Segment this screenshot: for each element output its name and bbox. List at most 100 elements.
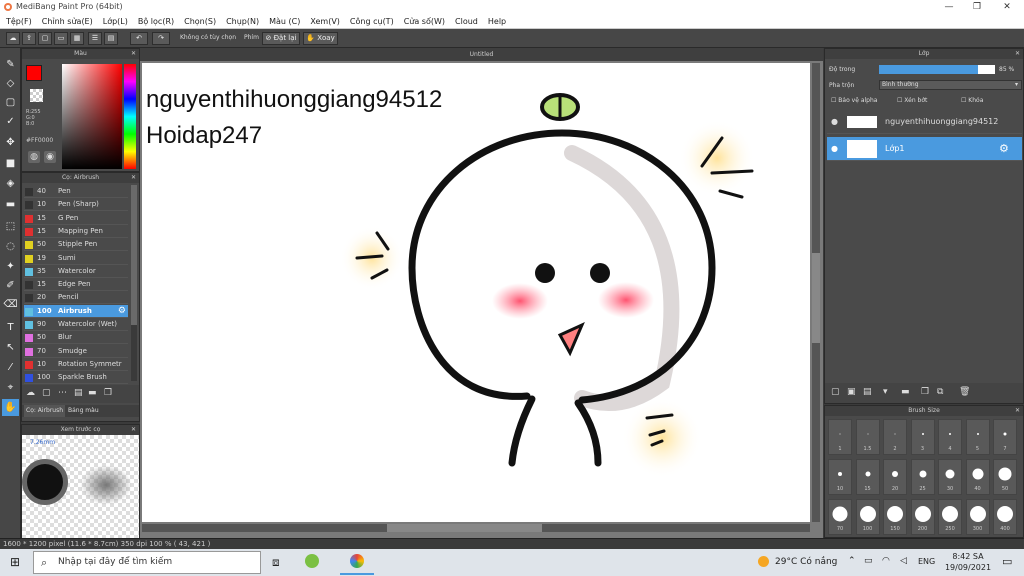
brush-item[interactable]: 19 Sumi (24, 252, 128, 265)
brush-item[interactable]: 15 Edge Pen (24, 278, 128, 292)
brush-size-option[interactable]: 40 (965, 459, 990, 495)
opacity-slider[interactable] (879, 65, 995, 74)
brush-size-option[interactable]: 4 (938, 419, 962, 455)
brush-size-option[interactable]: 20 (883, 459, 907, 495)
brush-list-scrollbar[interactable] (131, 185, 137, 381)
operation-tool-icon[interactable]: ↖ (2, 339, 19, 356)
brush-size-option[interactable]: 1.5 (855, 419, 880, 455)
chevron-up-icon[interactable]: ⌃ (848, 556, 856, 566)
brush-item[interactable]: 50 Blur (24, 331, 128, 345)
canvas-vertical-scrollbar[interactable] (812, 63, 820, 522)
brush-item[interactable]: 10 Pen (Sharp) (24, 198, 128, 212)
brush-size-option[interactable]: 25 (910, 459, 935, 495)
select-tool-icon[interactable]: ⬚ (2, 218, 19, 235)
select-eraser-icon[interactable]: ⌫ (2, 296, 19, 313)
layers-icon[interactable]: ▤ (104, 32, 118, 45)
layer-row-text[interactable]: ● nguyenthihuonggiang94512 (827, 110, 1022, 134)
taskbar-search[interactable]: ⌕ Nhập tại đây để tìm kiếm (33, 551, 261, 574)
brush-size-option[interactable]: 30 (938, 459, 962, 495)
layer-add-menu-icon[interactable]: ▾ (883, 387, 888, 397)
brush-size-option[interactable]: 70 (828, 499, 852, 535)
brush-item[interactable]: 40 Pen (24, 185, 128, 198)
lasso-tool-icon[interactable]: ◌ (2, 238, 19, 255)
volume-icon[interactable]: ◁ (900, 556, 907, 566)
brush-tool-icon[interactable]: ✎ (2, 56, 19, 73)
gear-icon[interactable]: ⚙ (999, 137, 1009, 161)
eye-icon[interactable]: ● (831, 110, 838, 134)
redo-icon[interactable]: ↷ (152, 32, 170, 45)
reset-button[interactable]: ⊘ Đặt lại (262, 32, 300, 45)
notifications-icon[interactable]: ▭ (1002, 555, 1012, 568)
close-icon[interactable]: ✕ (992, 0, 1022, 15)
brush-size-option[interactable]: 1 (828, 419, 852, 455)
brush-size-option[interactable]: 200 (910, 499, 935, 535)
clock[interactable]: 8:42 SA 19/09/2021 (942, 551, 994, 573)
brush-item[interactable]: 70 Smudge (24, 345, 128, 358)
blend-mode-select[interactable]: Bình thường ▾ (879, 80, 1022, 90)
fill-rect-tool-icon[interactable]: ■ (2, 155, 19, 172)
wifi-icon[interactable]: ◠ (882, 556, 890, 566)
menu-cloud[interactable]: Cloud (455, 15, 478, 28)
brush-item[interactable]: 15 Mapping Pen (24, 225, 128, 238)
cloud-brush-icon[interactable]: ☁ (26, 388, 35, 398)
network-icon[interactable]: ▭ (864, 556, 873, 566)
share-icon[interactable]: ⇪ (22, 32, 36, 45)
transparent-swatch[interactable] (30, 89, 43, 102)
canvas[interactable]: nguyenthihuonggiang94512 Hoidap247 (142, 63, 810, 522)
new-file-icon[interactable]: ▢ (38, 32, 52, 45)
trash-icon[interactable]: 🗑 (959, 387, 970, 397)
palette-icon[interactable]: ◍ (28, 151, 40, 163)
brush-item[interactable]: 15 G Pen (24, 212, 128, 225)
menu-help[interactable]: Help (488, 15, 506, 28)
dot-tool-icon[interactable]: ✓ (2, 113, 19, 130)
layer-row-lop1[interactable]: ● Lớp1 ⚙ (827, 137, 1022, 161)
minimize-icon[interactable]: — (934, 0, 964, 15)
layer-folder-icon[interactable]: ▬ (901, 387, 910, 397)
menu-select[interactable]: Chọn(S) (184, 15, 216, 28)
brush-item[interactable]: 35 Watercolor (24, 265, 128, 278)
text-tool-icon[interactable]: T (2, 319, 19, 336)
menu-color[interactable]: Màu (C) (269, 15, 300, 28)
brush-item[interactable]: 90 Watercolor (Wet) (24, 318, 128, 331)
maximize-icon[interactable]: ❐ (962, 0, 992, 15)
list-icon[interactable]: ☰ (88, 32, 102, 45)
menu-window[interactable]: Cửa số(W) (404, 15, 445, 28)
gear-icon[interactable]: ⚙ (118, 305, 126, 318)
undo-icon[interactable]: ↶ (130, 32, 148, 45)
rectangle-tool-icon[interactable]: ▢ (2, 94, 19, 111)
brush-size-option[interactable]: 3 (910, 419, 935, 455)
menu-view[interactable]: Xem(V) (310, 15, 340, 28)
brush-size-option[interactable]: 50 (993, 459, 1017, 495)
task-view-icon[interactable]: ⧈ (272, 555, 280, 570)
brush-size-option[interactable]: 300 (965, 499, 990, 535)
canvas-tab[interactable]: Untitled (140, 48, 823, 61)
tab-brush[interactable]: Cọ: Airbrush (24, 405, 66, 417)
color-picker-icon[interactable]: ◉ (44, 151, 56, 163)
brush-size-option[interactable]: 5 (965, 419, 990, 455)
eyedropper-tool-icon[interactable]: ⌖ (2, 379, 19, 396)
menu-filter[interactable]: Bộ lọc(R) (138, 15, 174, 28)
brush-item[interactable]: 10 Rotation Symmetr (24, 358, 128, 371)
brush-size-option[interactable]: 2 (883, 419, 907, 455)
panel-close-icon[interactable]: ✕ (1015, 49, 1020, 59)
folder-icon[interactable]: ▬ (88, 388, 97, 398)
brush-item[interactable]: 20 Pencil (24, 291, 128, 305)
select-pen-icon[interactable]: ✐ (2, 277, 19, 294)
panel-close-icon[interactable]: ✕ (131, 173, 136, 183)
eye-icon[interactable]: ● (831, 137, 838, 161)
tab-palette[interactable]: Bảng màu (68, 405, 99, 417)
clipping-checkbox[interactable]: ☐ Xén bớt (897, 97, 927, 104)
panel-close-icon[interactable]: ✕ (1015, 406, 1020, 416)
duplicate-brush-icon[interactable]: ❐ (104, 388, 112, 398)
menu-edit[interactable]: Chỉnh sửa(E) (42, 15, 93, 28)
menu-layer[interactable]: Lớp(L) (103, 15, 128, 28)
menu-tools[interactable]: Công cụ(T) (350, 15, 394, 28)
add-brush-icon[interactable]: ▢ (42, 388, 51, 398)
brush-menu-icon[interactable]: ⋯ (58, 388, 67, 398)
app-taskbar-icon[interactable] (305, 554, 319, 568)
move-tool-icon[interactable]: ✥ (2, 134, 19, 151)
windows-start-icon[interactable]: ⊞ (10, 555, 20, 569)
brush-size-option[interactable]: 7 (993, 419, 1017, 455)
saturation-value-picker[interactable] (62, 64, 122, 169)
magic-wand-icon[interactable]: ✦ (2, 258, 19, 275)
